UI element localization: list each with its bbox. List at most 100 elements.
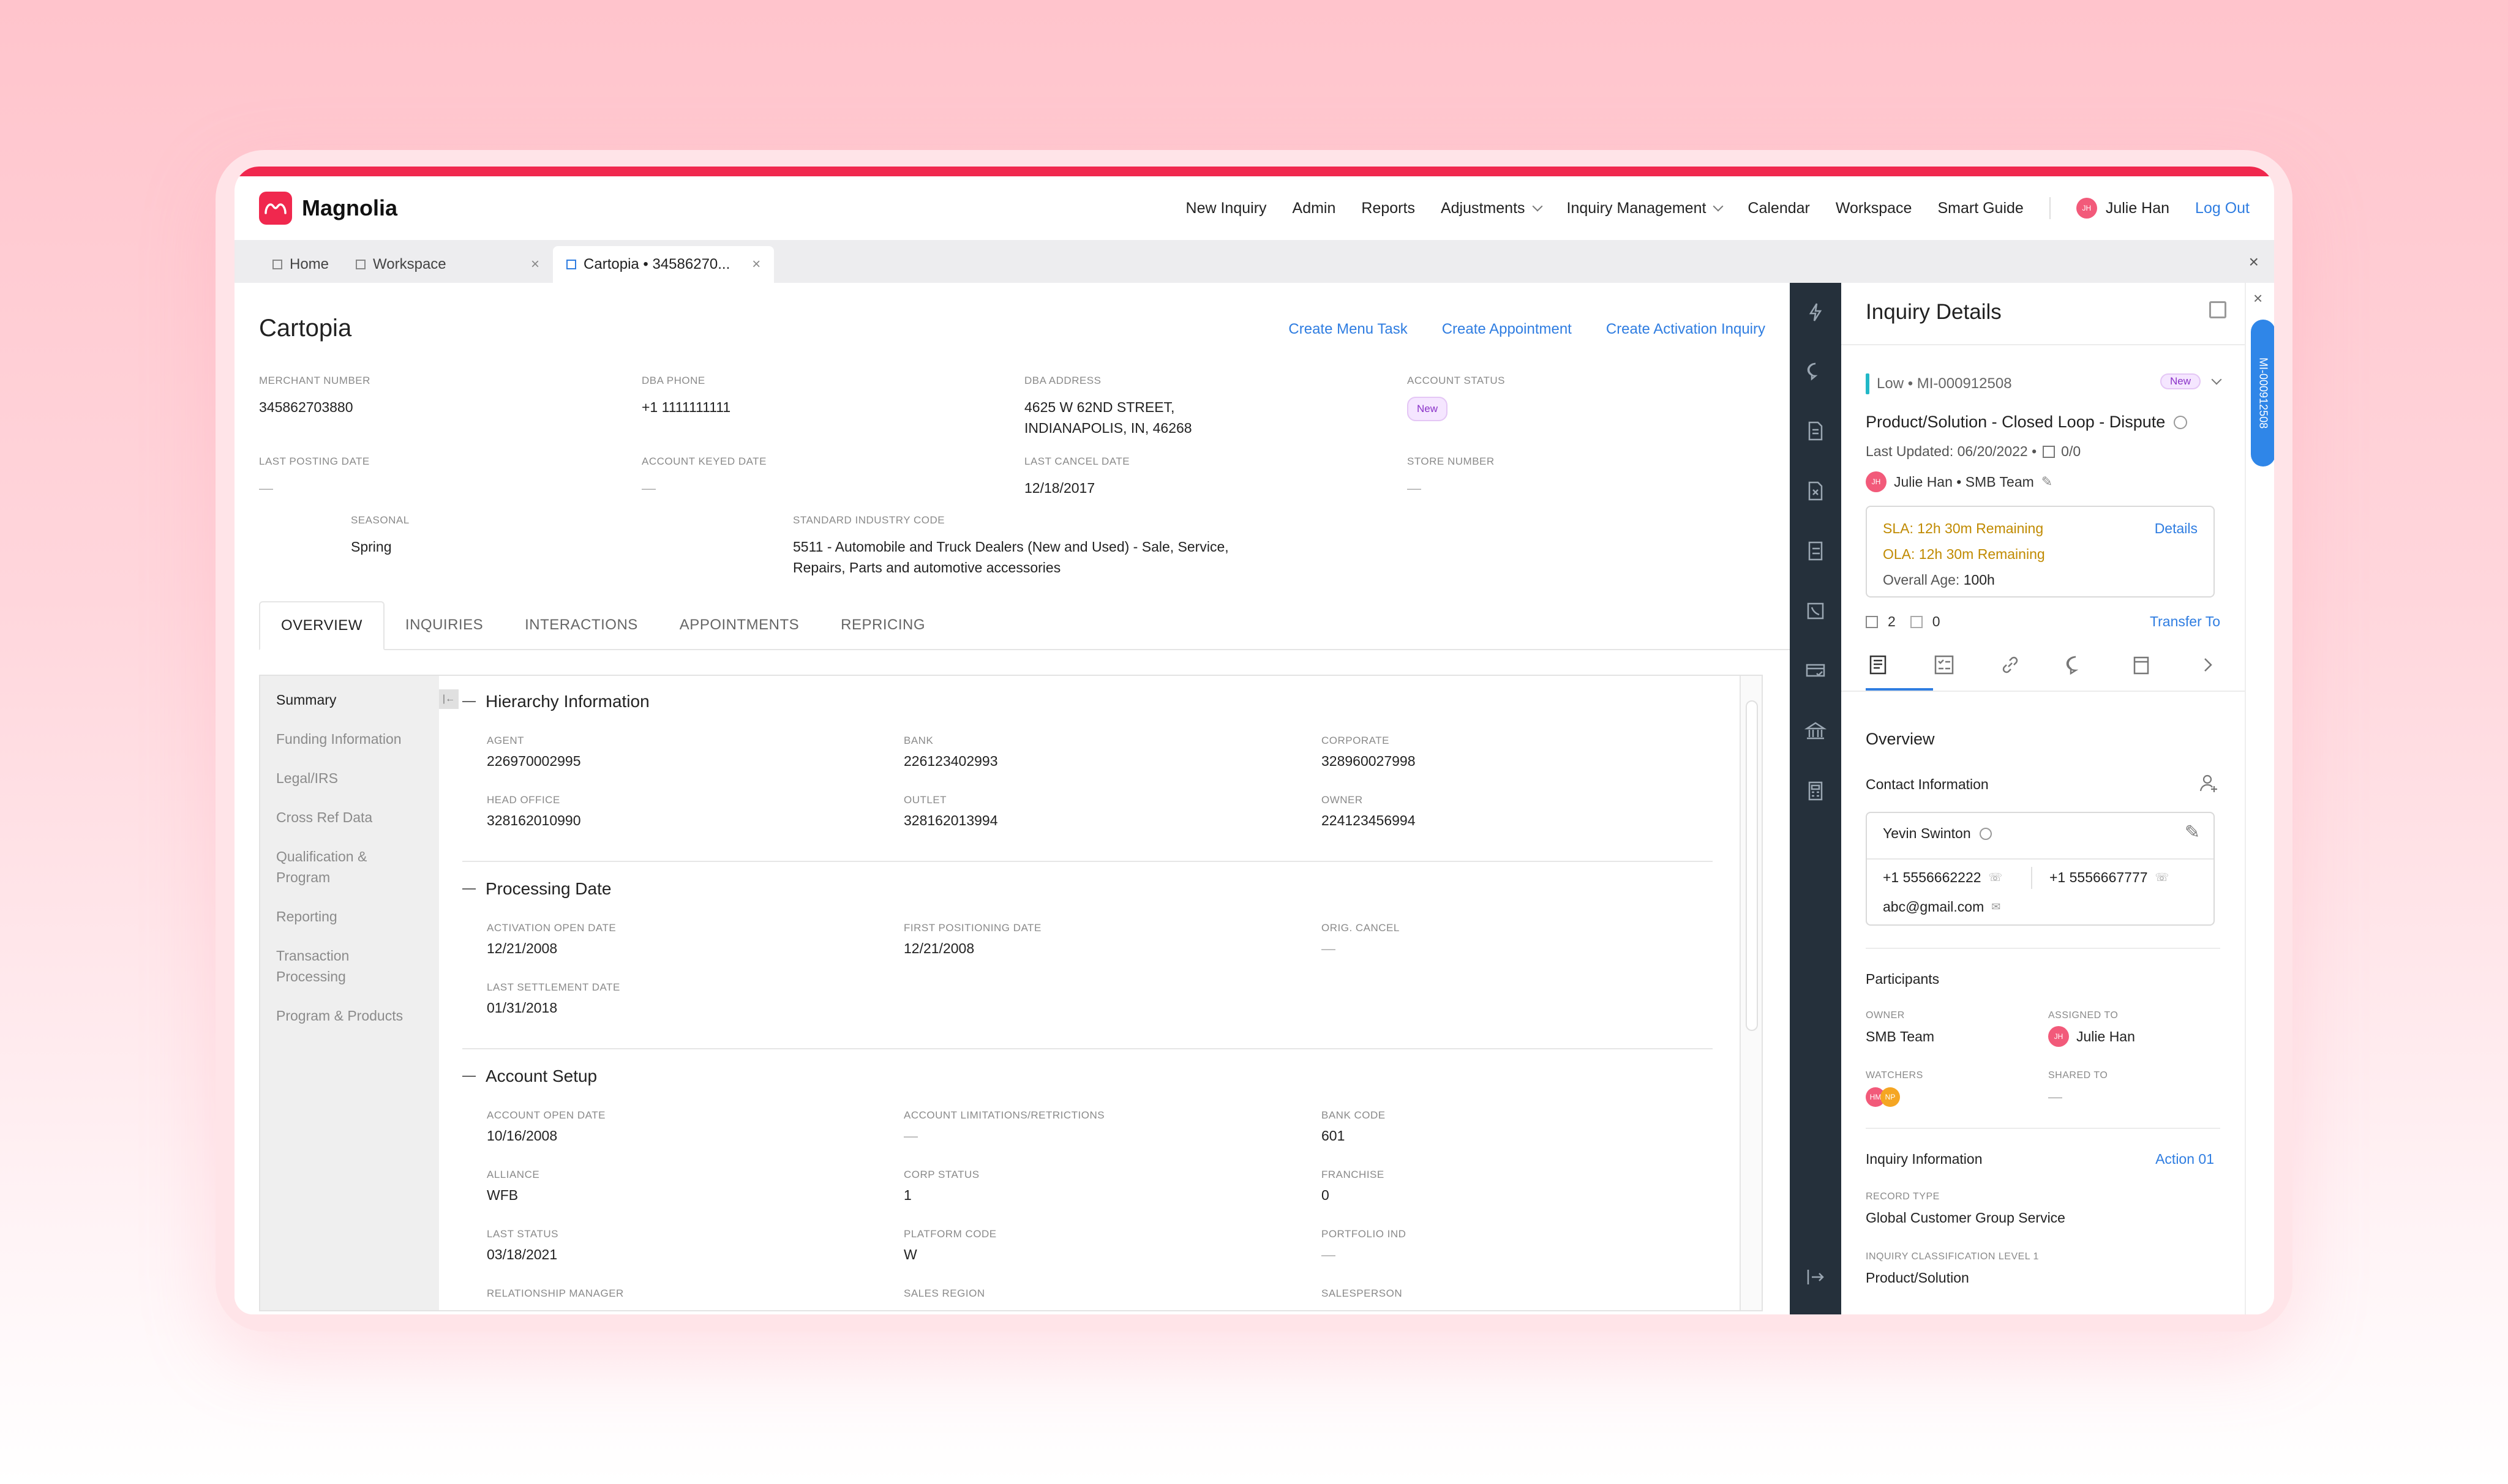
nav-adjustments[interactable]: Adjustments <box>1441 200 1541 217</box>
phone-icon[interactable]: ☏ <box>2155 871 2169 884</box>
age-row: Overall Age: 100h <box>1883 572 1995 588</box>
field-label: STORE NUMBER <box>1407 455 1495 467</box>
inquiry-pill-tab[interactable]: MI-000912508 <box>2251 320 2274 467</box>
fullscreen-icon[interactable] <box>2209 301 2226 318</box>
section-nav-program[interactable]: Program & Products <box>276 1005 423 1026</box>
comment-icon[interactable] <box>2063 653 2088 677</box>
add-contact-icon[interactable] <box>2199 773 2220 793</box>
section-nav-summary[interactable]: Summary <box>276 689 423 710</box>
page-title: Cartopia <box>259 315 352 342</box>
lightning-icon[interactable] <box>1804 301 1827 323</box>
relationship-manager-field: RELATIONSHIP MANAGER <box>487 1287 624 1300</box>
phone-icon[interactable]: ☏ <box>1989 871 2003 884</box>
watcher-avatar[interactable]: NP <box>1880 1087 1900 1107</box>
edit-icon[interactable]: ✎ <box>2041 474 2052 490</box>
action-link[interactable]: Action 01 <box>2155 1151 2214 1167</box>
tab-interactions[interactable]: INTERACTIONS <box>504 601 659 649</box>
phone-2: +1 5556667777 <box>2049 869 2148 885</box>
nav-inquiry-management[interactable]: Inquiry Management <box>1567 200 1722 217</box>
mail-icon[interactable]: ✉ <box>1991 901 2000 913</box>
calendar-tab-icon[interactable] <box>2130 653 2154 677</box>
close-all-icon[interactable]: × <box>2249 252 2259 272</box>
nav-new-inquiry[interactable]: New Inquiry <box>1186 200 1267 217</box>
nav-smart-guide[interactable]: Smart Guide <box>1937 200 2023 217</box>
nav-divider <box>2049 197 2051 219</box>
details-link[interactable]: Details <box>2155 520 2198 537</box>
calculator-icon[interactable] <box>1804 780 1827 802</box>
contact-name-row: Yevin Swinton <box>1883 825 1992 842</box>
orig-cancel-field: ORIG. CANCEL — <box>1321 922 1400 959</box>
bank-icon[interactable] <box>1804 720 1827 742</box>
info-icon[interactable] <box>1979 827 1992 840</box>
tab-overview[interactable]: OVERVIEW <box>259 601 385 650</box>
section-title[interactable]: Account Setup <box>462 1066 1737 1086</box>
link-icon[interactable] <box>1998 653 2022 677</box>
overview-panel: Summary Funding Information Legal/IRS Cr… <box>259 675 1763 1311</box>
field-value: — <box>904 1128 918 1144</box>
nav-reports[interactable]: Reports <box>1361 200 1415 217</box>
calendar-icon <box>2043 445 2056 458</box>
document-icon[interactable] <box>1804 420 1827 442</box>
sla-box: SLA: 12h 30m Remaining Details OLA: 12h … <box>1866 506 2215 598</box>
logo[interactable]: Magnolia <box>259 192 397 225</box>
inquiry-panel: Inquiry Details Low • MI-000912508 New P… <box>1841 283 2246 1314</box>
field-label: CORP STATUS <box>904 1169 980 1180</box>
expand-panel-icon[interactable] <box>1804 1266 1827 1288</box>
agent-field: AGENT 226970002995 <box>487 735 581 771</box>
section-nav-legal[interactable]: Legal/IRS <box>276 768 423 789</box>
field-value: 226123402993 <box>904 753 998 769</box>
tab-repricing[interactable]: REPRICING <box>820 601 946 649</box>
ola-row: OLA: 12h 30m Remaining <box>1883 546 2045 563</box>
chat-icon[interactable] <box>1804 360 1827 382</box>
workspace-icon <box>356 260 366 269</box>
tab-workspace[interactable]: Workspace × <box>342 246 553 283</box>
field-label: SALESPERSON <box>1321 1287 1403 1299</box>
overview-tab-icon[interactable] <box>1866 653 1890 677</box>
edit-contact-icon[interactable]: ✎ <box>2185 822 2200 843</box>
invoice-icon[interactable] <box>1804 480 1827 502</box>
nav-workspace[interactable]: Workspace <box>1836 200 1912 217</box>
section-nav: Summary Funding Information Legal/IRS Cr… <box>260 676 439 1310</box>
merchant-page: Cartopia Create Menu Task Create Appoint… <box>235 283 1790 1314</box>
chevron-right-icon[interactable] <box>2196 653 2220 677</box>
section-nav-cross-ref[interactable]: Cross Ref Data <box>276 807 423 828</box>
chevron-down-icon[interactable] <box>2211 374 2222 385</box>
phone-log-icon[interactable] <box>1804 600 1827 622</box>
section-title[interactable]: Hierarchy Information <box>462 692 1737 711</box>
collapse-icon[interactable]: |← <box>439 689 459 709</box>
create-menu-task-link[interactable]: Create Menu Task <box>1288 321 1407 338</box>
section-nav-funding[interactable]: Funding Information <box>276 729 423 749</box>
tab-cartopia[interactable]: Cartopia • 34586270... × <box>553 246 775 283</box>
tab-close-icon[interactable]: × <box>752 256 760 273</box>
transfer-to-link[interactable]: Transfer To <box>2150 613 2220 630</box>
user-menu[interactable]: JH Julie Han <box>2076 198 2169 219</box>
ola-label: OLA: <box>1883 546 1915 562</box>
phone-2-row: +1 5556667777 ☏ <box>2049 869 2169 886</box>
checklist-icon[interactable] <box>1932 653 1956 677</box>
field-label: ASSIGNED TO <box>2048 1010 2119 1021</box>
home-icon <box>272 260 282 269</box>
logout-link[interactable]: Log Out <box>2195 200 2250 217</box>
close-panel-icon[interactable]: × <box>2253 289 2262 308</box>
nav-admin[interactable]: Admin <box>1293 200 1336 217</box>
scrollbar[interactable] <box>1740 676 1762 1310</box>
section-nav-reporting[interactable]: Reporting <box>276 906 423 927</box>
field-value: 345862703880 <box>259 399 353 415</box>
create-activation-inquiry-link[interactable]: Create Activation Inquiry <box>1606 321 1765 338</box>
nav-calendar[interactable]: Calendar <box>1748 200 1809 217</box>
tab-inquiries[interactable]: INQUIRIES <box>385 601 504 649</box>
field-value: — <box>2048 1089 2062 1104</box>
tab-appointments[interactable]: APPOINTMENTS <box>659 601 820 649</box>
header-actions: Create Menu Task Create Appointment Crea… <box>1288 321 1765 338</box>
info-icon[interactable] <box>2174 415 2188 429</box>
tab-close-icon[interactable]: × <box>531 256 539 273</box>
card-check-icon[interactable] <box>1804 660 1827 682</box>
section-title[interactable]: Processing Date <box>462 879 1737 899</box>
transfer-icon[interactable] <box>1804 540 1827 562</box>
field-label: WATCHERS <box>1866 1070 1923 1081</box>
section-nav-transaction[interactable]: Transaction Processing <box>276 945 374 987</box>
create-appointment-link[interactable]: Create Appointment <box>1442 321 1572 338</box>
section-nav-qualification[interactable]: Qualification & Program <box>276 846 386 888</box>
scroll-thumb[interactable] <box>1746 700 1758 1031</box>
tab-home[interactable]: Home <box>259 246 342 283</box>
